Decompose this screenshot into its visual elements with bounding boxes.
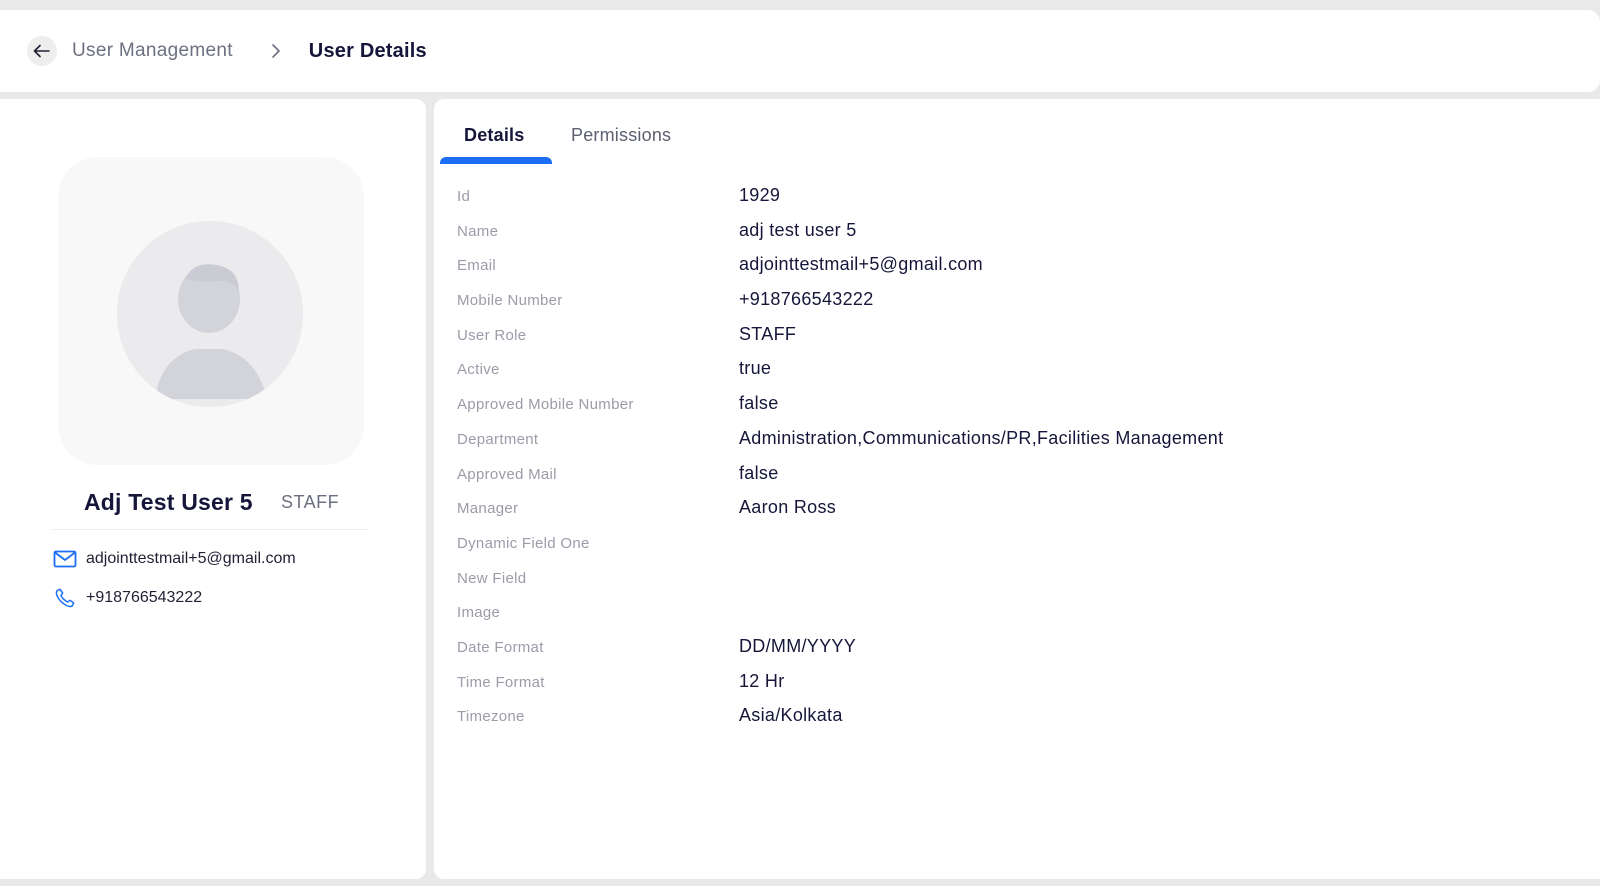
chevron-right-icon xyxy=(271,43,281,59)
tab-details[interactable]: Details xyxy=(464,125,524,146)
detail-row-date-format: Date Format DD/MM/YYYY xyxy=(434,628,1600,663)
detail-row-dynamic-field-one: Dynamic Field One xyxy=(434,524,1600,559)
detail-row-department: Department Administration,Communications… xyxy=(434,420,1600,455)
detail-value: false xyxy=(739,462,779,483)
detail-value: +918766543222 xyxy=(739,289,874,310)
detail-value: Aaron Ross xyxy=(739,497,837,518)
detail-row-approved-mobile-number: Approved Mobile Number false xyxy=(434,385,1600,420)
detail-label: Email xyxy=(457,257,497,275)
detail-row-image: Image xyxy=(434,593,1600,628)
detail-row-approved-mail: Approved Mail false xyxy=(434,455,1600,490)
detail-value: true xyxy=(739,358,772,379)
divider xyxy=(52,529,368,530)
back-button[interactable] xyxy=(27,36,57,66)
detail-label: Approved Mobile Number xyxy=(457,396,634,414)
detail-row-id: Id 1929 xyxy=(434,177,1600,212)
detail-label: Dynamic Field One xyxy=(457,534,590,552)
avatar-card xyxy=(58,157,364,465)
detail-value: Administration,Communications/PR,Facilit… xyxy=(739,427,1224,448)
detail-value: 12 Hr xyxy=(739,670,785,691)
user-placeholder-icon xyxy=(117,221,303,407)
page-title: User Details xyxy=(308,39,427,62)
detail-label: Manager xyxy=(457,500,519,518)
tab-permissions[interactable]: Permissions xyxy=(571,125,671,146)
profile-panel: Adj Test User 5 STAFF adjointtestmail+5@… xyxy=(0,99,426,879)
detail-label: Timezone xyxy=(457,708,525,726)
active-tab-indicator xyxy=(440,157,552,164)
avatar xyxy=(117,221,303,407)
contact-phone: +918766543222 xyxy=(52,586,202,610)
phone-icon xyxy=(52,586,78,610)
detail-row-timezone: Timezone Asia/Kolkata xyxy=(434,697,1600,732)
detail-value: adj test user 5 xyxy=(739,219,857,240)
detail-row-user-role: User Role STAFF xyxy=(434,316,1600,351)
detail-value: 1929 xyxy=(739,185,781,205)
detail-label: User Role xyxy=(457,326,527,344)
detail-row-email: Email adjointtestmail+5@gmail.com xyxy=(434,246,1600,281)
detail-label: Image xyxy=(457,604,501,622)
arrow-left-icon xyxy=(33,44,50,58)
profile-name: Adj Test User 5 xyxy=(84,489,253,515)
contact-email: adjointtestmail+5@gmail.com xyxy=(52,547,296,571)
mail-icon xyxy=(52,547,78,571)
detail-row-name: Name adj test user 5 xyxy=(434,212,1600,247)
profile-role-badge: STAFF xyxy=(281,492,340,512)
detail-label: Id xyxy=(457,188,471,205)
detail-row-manager: Manager Aaron Ross xyxy=(434,489,1600,524)
detail-value: STAFF xyxy=(739,323,797,344)
detail-label: Department xyxy=(457,430,539,448)
detail-label: Active xyxy=(457,361,500,379)
detail-row-mobile-number: Mobile Number +918766543222 xyxy=(434,281,1600,316)
detail-row-new-field: New Field xyxy=(434,559,1600,594)
detail-label: Date Format xyxy=(457,638,544,656)
detail-label: Mobile Number xyxy=(457,292,563,310)
detail-label: Name xyxy=(457,222,499,240)
detail-label: Approved Mail xyxy=(457,465,557,483)
contact-email-link[interactable]: adjointtestmail+5@gmail.com xyxy=(86,550,296,568)
details-list: Id 1929 Name adj test user 5 Email adjoi… xyxy=(434,177,1600,732)
detail-value: Asia/Kolkata xyxy=(739,705,843,726)
detail-row-active: Active true xyxy=(434,350,1600,385)
detail-label: Time Format xyxy=(457,673,545,691)
detail-row-time-format: Time Format 12 Hr xyxy=(434,663,1600,698)
detail-label: New Field xyxy=(457,569,527,587)
detail-value: DD/MM/YYYY xyxy=(739,635,857,656)
details-panel: Details Permissions Id 1929 Name adj tes… xyxy=(434,99,1600,879)
breadcrumb-user-management[interactable]: User Management xyxy=(72,40,233,62)
contact-phone-link[interactable]: +918766543222 xyxy=(86,589,202,607)
detail-value: adjointtestmail+5@gmail.com xyxy=(739,254,983,275)
page-header: User Management User Details xyxy=(0,10,1600,92)
detail-value: false xyxy=(739,393,779,414)
